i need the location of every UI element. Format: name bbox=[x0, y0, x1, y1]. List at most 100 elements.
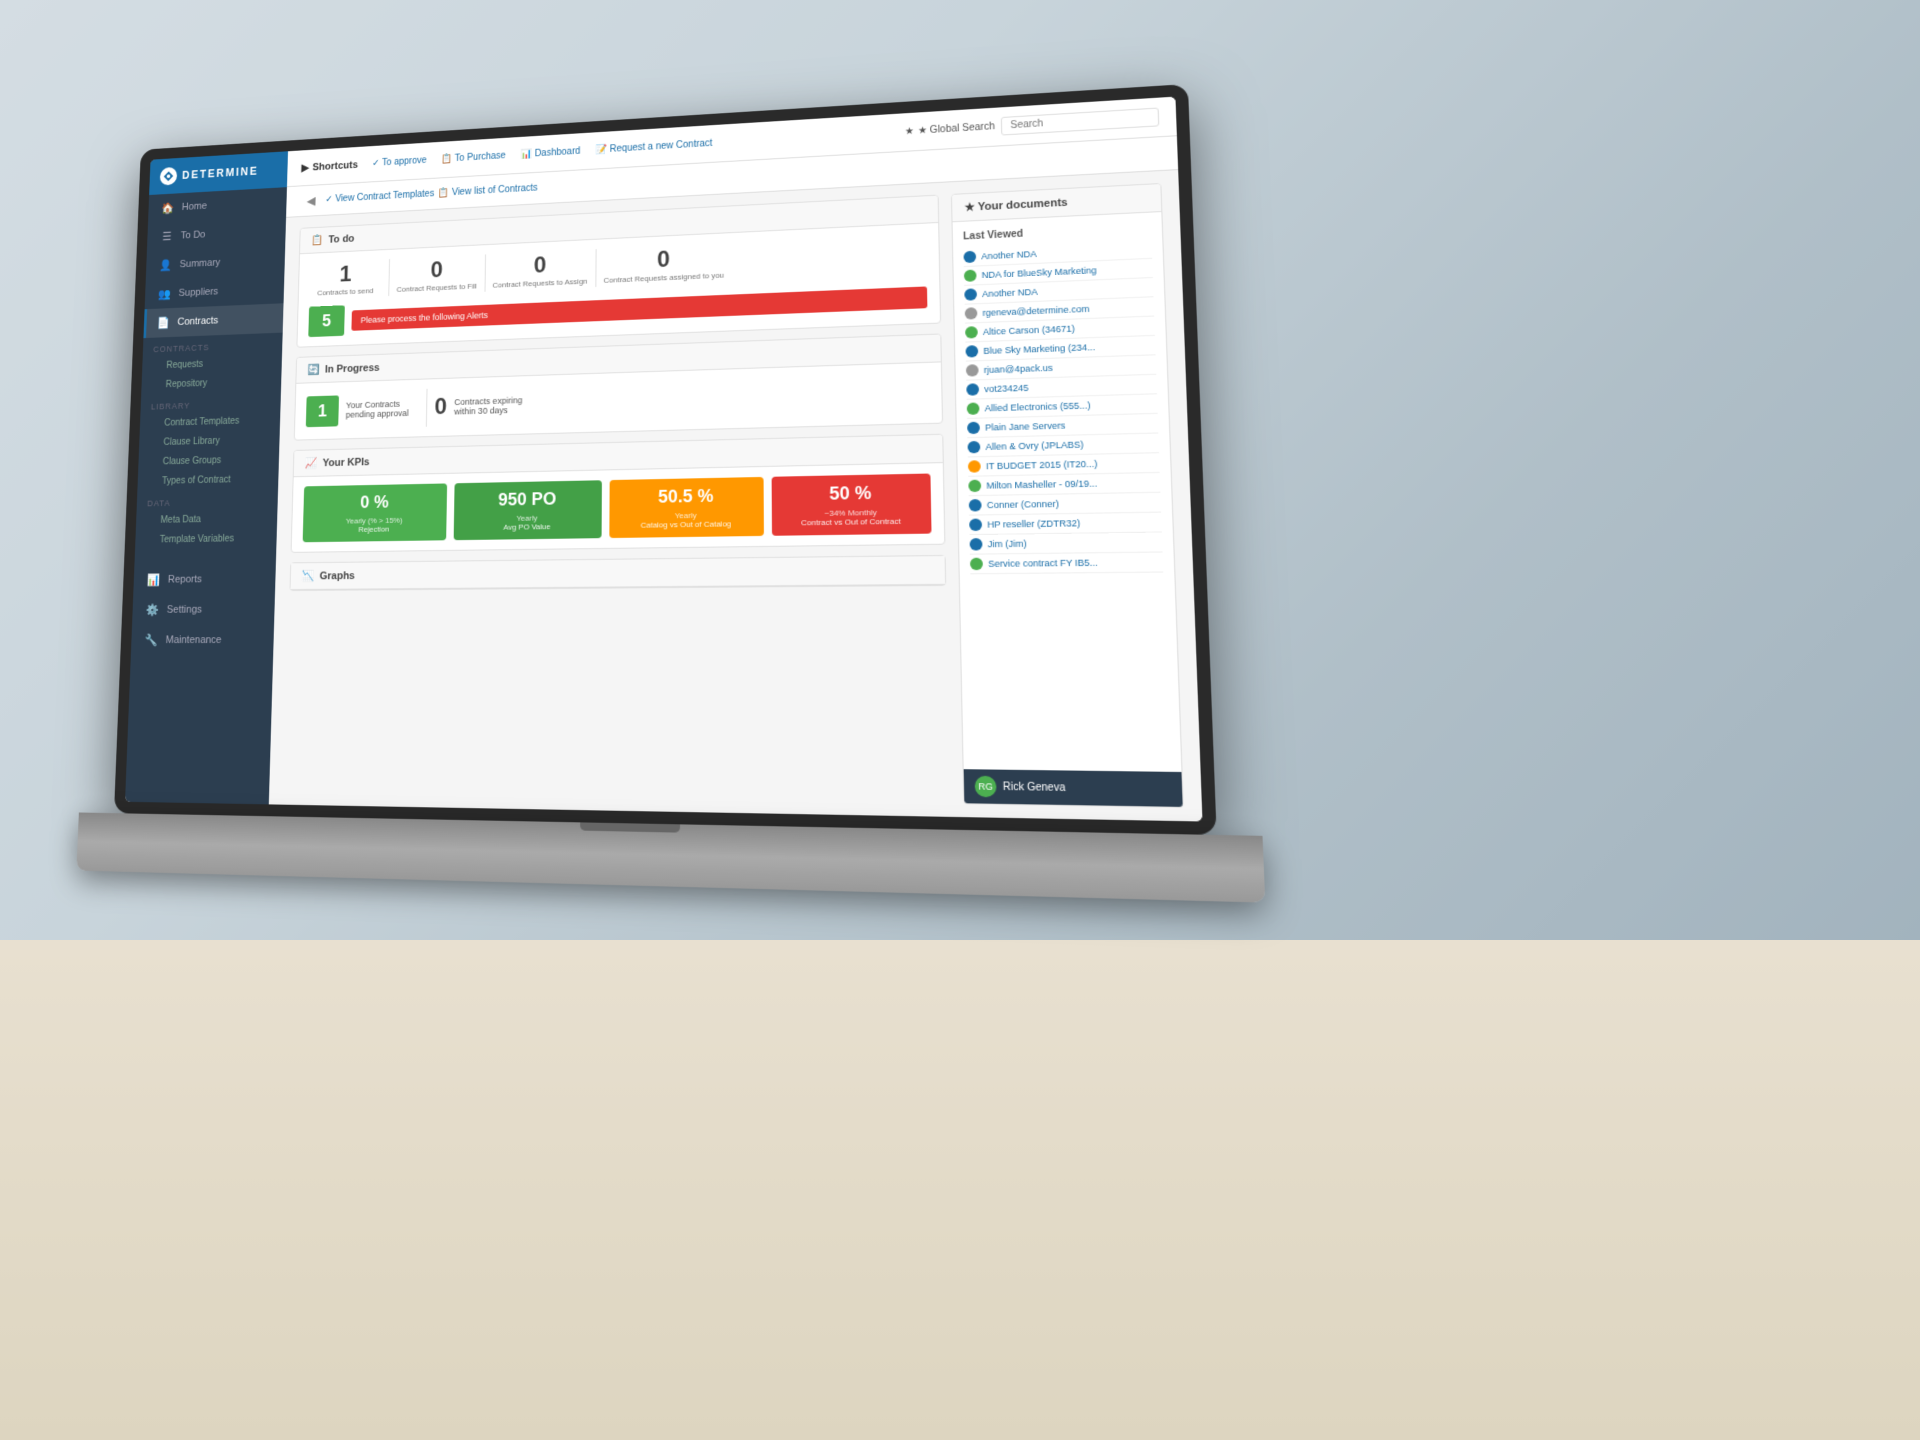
app-container: DETERMINE 🏠 Home ☰ To Do 👤 bbox=[125, 97, 1202, 822]
logo-text: DETERMINE bbox=[182, 165, 259, 182]
doc-icon-1 bbox=[964, 269, 977, 281]
expiring-label: Contracts expiring within 30 days bbox=[454, 395, 529, 416]
shortcut-view-contract-templates[interactable]: ✓ View Contract Templates bbox=[325, 189, 434, 205]
documents-body: Last Viewed Another NDA NDA bbox=[953, 212, 1182, 772]
triangle-icon: ▶ bbox=[301, 162, 309, 174]
sidebar-item-contracts-label: Contracts bbox=[177, 315, 218, 328]
main-panel: 📋 To do 1 Contracts to send bbox=[284, 195, 951, 804]
contracts-expiring: 0 Contracts expiring within 30 days bbox=[434, 393, 529, 419]
kpi-rejection[interactable]: 0 % Yearly (% > 15%) Rejection bbox=[303, 483, 447, 542]
shortcut-request-contract[interactable]: 📝 Request a new Contract bbox=[595, 138, 712, 155]
home-icon: 🏠 bbox=[161, 202, 175, 215]
shortcut-to-approve[interactable]: ✓ To approve bbox=[372, 155, 427, 168]
kpi-catalog[interactable]: 50.5 % Yearly Catalog vs Out of Catalog bbox=[609, 477, 763, 538]
doc-text-3: rgeneva@determine.com bbox=[982, 304, 1089, 318]
doc-text-13: Conner (Conner) bbox=[987, 499, 1059, 511]
sidebar-meta-data[interactable]: Meta Data bbox=[136, 509, 278, 531]
maintenance-icon: 🔧 bbox=[144, 634, 159, 647]
doc-item-15[interactable]: Jim (Jim) bbox=[969, 533, 1162, 555]
search-label: ★ ★ Global Search bbox=[905, 121, 995, 137]
sidebar-maintenance-label: Maintenance bbox=[165, 634, 221, 646]
divider-3 bbox=[595, 249, 596, 287]
laptop-screen-bezel: DETERMINE 🏠 Home ☰ To Do 👤 bbox=[114, 84, 1217, 835]
doc-icon-7 bbox=[966, 383, 979, 395]
doc-text-12: Milton Masheller - 09/19... bbox=[986, 478, 1097, 490]
contracts-icon: 📄 bbox=[157, 316, 171, 329]
divider-4 bbox=[426, 389, 428, 427]
contract-requests-fill-label: Contract Requests to Fill bbox=[397, 281, 477, 293]
shortcut-to-purchase[interactable]: 📋 To Purchase bbox=[441, 151, 506, 165]
doc-text-9: Plain Jane Servers bbox=[985, 420, 1066, 432]
user-avatar: RG bbox=[975, 776, 997, 798]
doc-icon-4 bbox=[965, 326, 978, 338]
laptop: DETERMINE 🏠 Home ☰ To Do 👤 bbox=[107, 77, 1342, 1041]
doc-text-15: Jim (Jim) bbox=[988, 539, 1027, 550]
contract-requests-fill-widget: 0 Contract Requests to Fill bbox=[397, 257, 478, 293]
doc-icon-0 bbox=[963, 251, 976, 263]
sidebar-item-settings[interactable]: ⚙️ Settings bbox=[132, 594, 275, 625]
divider-1 bbox=[388, 259, 390, 296]
shortcuts-title: ▶ Shortcuts bbox=[301, 159, 358, 174]
sidebar-item-summary-label: Summary bbox=[179, 257, 220, 270]
contract-requests-fill-number: 0 bbox=[431, 259, 444, 282]
contracts-pending-approval: 1 Your Contracts pending approval bbox=[306, 392, 419, 426]
doc-icon-2 bbox=[964, 288, 977, 300]
collapse-btn[interactable]: ◀ bbox=[300, 189, 322, 212]
doc-text-1: NDA for BlueSky Marketing bbox=[982, 265, 1097, 280]
kpi-po-value[interactable]: 950 PO Yearly Avg PO Value bbox=[453, 480, 602, 540]
doc-icon-3 bbox=[965, 307, 978, 319]
kpi-contract-value: 50 % bbox=[779, 482, 922, 506]
sidebar-item-maintenance[interactable]: 🔧 Maintenance bbox=[131, 625, 274, 656]
contract-requests-assign-number: 0 bbox=[534, 254, 547, 277]
sidebar-settings-label: Settings bbox=[167, 604, 202, 616]
sidebar-item-reports[interactable]: 📊 Reports bbox=[133, 563, 276, 595]
graphs-section: 📉 Graphs bbox=[290, 555, 947, 591]
doc-icon-16 bbox=[970, 558, 983, 571]
doc-icon-8 bbox=[967, 402, 980, 414]
main-content: ▶ Shortcuts ✓ To approve 📋 To Purchase 📊… bbox=[269, 97, 1203, 822]
doc-icon-14 bbox=[969, 519, 982, 532]
shortcut-dashboard[interactable]: 📊 Dashboard bbox=[520, 146, 580, 160]
contract-requests-assigned-label: Contract Requests assigned to you bbox=[604, 270, 724, 284]
logo-icon bbox=[160, 167, 178, 186]
kpi-rejection-value: 0 % bbox=[311, 491, 439, 513]
doc-icon-15 bbox=[970, 538, 983, 551]
pending-approval-number: 1 bbox=[306, 395, 339, 427]
doc-text-7: vot234245 bbox=[984, 383, 1029, 394]
search-input[interactable] bbox=[1001, 108, 1159, 136]
in-progress-section: 🔄 In Progress 1 Your Contracts pending a… bbox=[294, 333, 943, 440]
laptop-screen: DETERMINE 🏠 Home ☰ To Do 👤 bbox=[125, 97, 1202, 822]
suppliers-icon: 👥 bbox=[158, 287, 172, 300]
doc-text-5: Blue Sky Marketing (234... bbox=[983, 342, 1095, 356]
kpi-catalog-value: 50.5 % bbox=[617, 485, 755, 508]
doc-icon-10 bbox=[967, 441, 980, 453]
kpi-catalog-desc: Catalog vs Out of Catalog bbox=[617, 519, 755, 530]
doc-item-16[interactable]: Service contract FY IB5... bbox=[970, 553, 1163, 575]
user-name: Rick Geneva bbox=[1003, 781, 1066, 794]
sidebar-item-home-label: Home bbox=[182, 201, 208, 213]
expiring-number: 0 bbox=[434, 396, 447, 419]
user-avatar-initials: RG bbox=[978, 781, 993, 792]
doc-icon-5 bbox=[965, 345, 978, 357]
pending-approval-label: Your Contracts pending approval bbox=[346, 399, 419, 420]
content-area: 📋 To do 1 Contracts to send bbox=[269, 170, 1203, 821]
sidebar-template-variables[interactable]: Template Variables bbox=[135, 528, 277, 550]
kpi-contract-desc: Contract vs Out of Contract bbox=[779, 516, 923, 527]
alert-number: 5 bbox=[308, 305, 345, 337]
doc-text-0: Another NDA bbox=[981, 249, 1037, 261]
kpi-po-desc: Avg PO Value bbox=[461, 522, 594, 533]
section-label-data: DATA bbox=[137, 489, 279, 511]
contracts-to-send-widget: 1 Contracts to send bbox=[309, 262, 381, 297]
contract-requests-assigned-widget: 0 Contract Requests assigned to you bbox=[604, 245, 724, 284]
kpi-contract[interactable]: 50 % ~34% Monthly Contract vs Out of Con… bbox=[771, 473, 931, 535]
sidebar-nav: 🏠 Home ☰ To Do 👤 Summary 👥 bbox=[125, 187, 287, 804]
divider-2 bbox=[484, 254, 485, 291]
sidebar-item-todo-label: To Do bbox=[181, 229, 206, 241]
shortcut-view-list-contracts[interactable]: 📋 View list of Contracts bbox=[438, 183, 538, 199]
laptop-hinge bbox=[580, 822, 680, 832]
sidebar-reports-label: Reports bbox=[168, 574, 202, 586]
graphs-icon: 📉 bbox=[302, 570, 315, 583]
graphs-header: 📉 Graphs bbox=[290, 556, 945, 590]
reports-icon: 📊 bbox=[147, 573, 161, 586]
doc-item-14[interactable]: HP reseller (ZDTR32) bbox=[969, 513, 1162, 536]
